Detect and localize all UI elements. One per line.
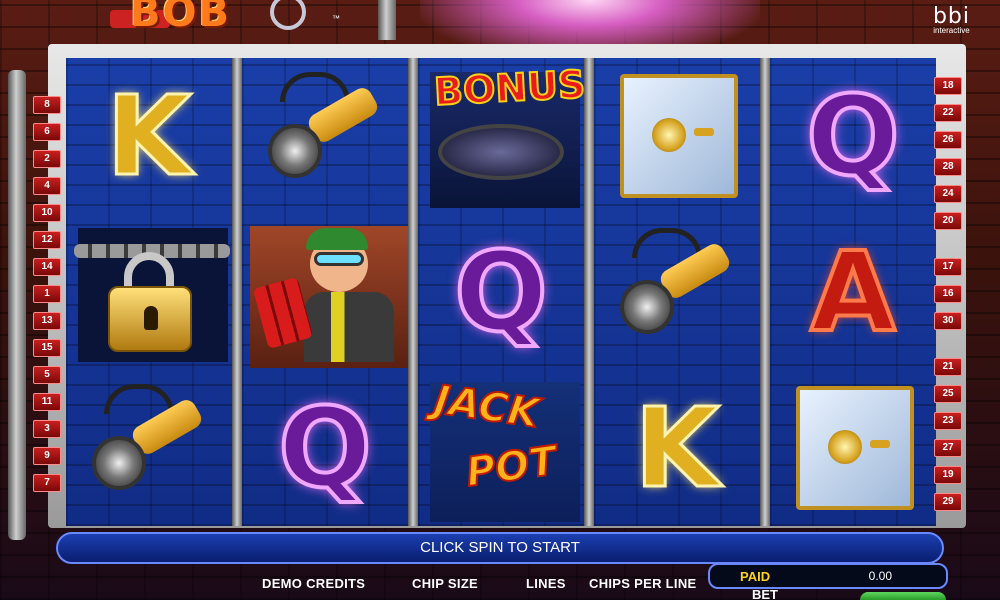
symbol-safe	[594, 58, 760, 214]
pipe-left	[8, 70, 26, 540]
payline-button[interactable]: 14	[33, 258, 61, 276]
safe-dial-icon	[652, 118, 686, 152]
symbol-safe	[770, 370, 936, 526]
symbol-padlock	[66, 214, 232, 370]
symbol-torch	[242, 58, 408, 214]
torch-icon	[268, 124, 322, 178]
reel-divider	[232, 58, 242, 526]
payline-button[interactable]: 21	[934, 358, 962, 376]
symbol-letter: K	[105, 72, 193, 200]
symbol-q: Q	[418, 214, 584, 370]
bob-cap	[306, 228, 368, 250]
torch-strap	[104, 384, 174, 414]
payline-button[interactable]: 18	[934, 77, 962, 95]
payline-button[interactable]: 24	[934, 185, 962, 203]
payline-button[interactable]: 20	[934, 212, 962, 230]
symbol-q: Q	[242, 370, 408, 526]
symbol-jackpot: JACK POT	[418, 370, 584, 526]
payline-button[interactable]: 19	[934, 466, 962, 484]
reel-2: Q	[242, 58, 410, 526]
logo-trademark: ™	[332, 14, 340, 23]
game-logo: BOB ™	[70, 0, 340, 40]
symbol-bonus: BONUS	[418, 58, 587, 214]
payline-button[interactable]: 5	[33, 366, 61, 384]
torch-strap	[632, 228, 702, 258]
payline-button[interactable]: 8	[33, 96, 61, 114]
reel-4: K	[594, 58, 760, 526]
symbol-letter: Q	[804, 72, 901, 200]
reel-3: BONUS Q JACK POT	[418, 58, 587, 526]
padlock-icon	[108, 286, 192, 352]
safe-handle-icon	[694, 128, 714, 136]
payline-button[interactable]: 11	[33, 393, 61, 411]
torch-icon	[620, 280, 674, 334]
payline-button[interactable]: 29	[934, 493, 962, 511]
payline-button[interactable]: 13	[33, 312, 61, 330]
symbol-k: K	[66, 58, 232, 214]
payline-button[interactable]: 22	[934, 104, 962, 122]
bob-body	[304, 292, 394, 362]
payline-button[interactable]: 10	[33, 204, 61, 222]
bet-label: BET	[752, 587, 778, 600]
chips-per-line-control[interactable]: CHIPS PER LINE	[589, 576, 697, 591]
safe-icon	[620, 74, 738, 198]
payline-button[interactable]: 4	[33, 177, 61, 195]
safe-handle-icon	[870, 440, 890, 448]
goggles-icon	[314, 252, 364, 266]
payline-button[interactable]: 1	[33, 285, 61, 303]
payline-button[interactable]: 6	[33, 123, 61, 141]
reel-divider	[584, 58, 594, 526]
symbol-torch	[594, 214, 760, 370]
paid-value: 0.00	[868, 569, 892, 583]
torch-strap	[280, 72, 350, 102]
symbol-letter: A	[808, 228, 897, 356]
demo-credits-label: DEMO CREDITS	[262, 576, 366, 591]
symbol-torch	[66, 370, 232, 526]
safe-dial-icon	[828, 430, 862, 464]
brand-logo: bbi interactive	[933, 4, 970, 35]
brand-sub: interactive	[933, 26, 970, 35]
reel-divider	[760, 58, 770, 526]
logo-text: BOB	[130, 0, 231, 36]
payline-button[interactable]: 15	[33, 339, 61, 357]
payline-button[interactable]: 25	[934, 385, 962, 403]
manhole-icon	[438, 124, 564, 180]
torch-icon	[92, 436, 146, 490]
payline-button[interactable]: 17	[934, 258, 962, 276]
safe-icon	[796, 386, 914, 510]
payline-button[interactable]: 2	[33, 150, 61, 168]
payline-button[interactable]: 3	[33, 420, 61, 438]
payline-button[interactable]: 7	[33, 474, 61, 492]
status-message-bar: CLICK SPIN TO START	[56, 532, 944, 564]
symbol-letter: K	[633, 384, 721, 512]
symbol-letter: Q	[276, 384, 373, 512]
keyhole-icon	[144, 306, 158, 330]
reel-5: Q A	[770, 58, 936, 526]
payline-button[interactable]: 30	[934, 312, 962, 330]
lines-control[interactable]: LINES	[526, 576, 566, 591]
paid-display: PAID 0.00	[708, 563, 948, 589]
spin-button[interactable]	[860, 592, 946, 600]
paid-label: PAID	[740, 569, 771, 584]
payline-button[interactable]: 12	[33, 231, 61, 249]
payline-button[interactable]: 23	[934, 412, 962, 430]
reel-area: K Q BONUS Q JACK POT K Q A	[66, 58, 936, 526]
symbol-bob-character	[242, 214, 410, 370]
chip-size-control[interactable]: CHIP SIZE	[412, 576, 478, 591]
symbol-a: A	[770, 214, 936, 370]
payline-button[interactable]: 16	[934, 285, 962, 303]
bonus-text: BONUS	[432, 61, 587, 115]
pipe-top	[378, 0, 396, 40]
symbol-letter: Q	[452, 228, 549, 356]
symbol-q: Q	[770, 58, 936, 214]
payline-button[interactable]: 28	[934, 158, 962, 176]
reel-divider	[408, 58, 418, 526]
payline-button[interactable]: 26	[934, 131, 962, 149]
symbol-k: K	[594, 370, 760, 526]
payline-button[interactable]: 27	[934, 439, 962, 457]
reel-1: K	[66, 58, 232, 526]
payline-button[interactable]: 9	[33, 447, 61, 465]
